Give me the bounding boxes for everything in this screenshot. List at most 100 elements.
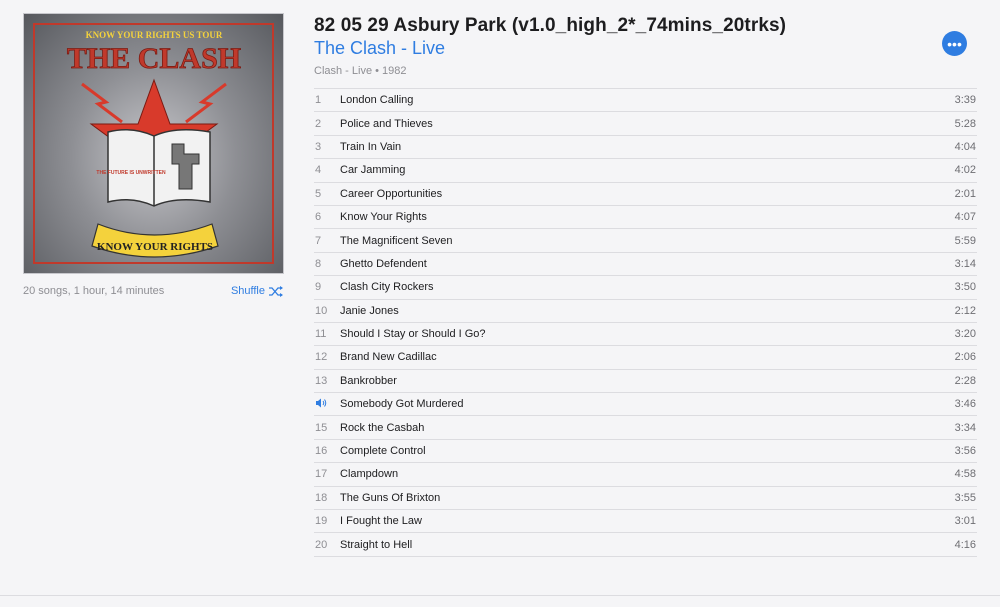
track-number: 4 (315, 164, 322, 177)
track-row[interactable]: 1 London Calling 3:39 (314, 89, 977, 113)
track-row[interactable]: 12 Brand New Cadillac 2:06 (314, 346, 977, 370)
track-title: The Guns Of Brixton (340, 491, 441, 504)
track-number: 19 (315, 515, 328, 528)
track-title: Rock the Casbah (340, 421, 425, 434)
track-row[interactable]: 15 Rock the Casbah 3:34 (314, 416, 977, 440)
track-duration: 3:20 (954, 328, 976, 341)
track-duration: 3:50 (954, 281, 976, 294)
track-duration: 2:06 (954, 351, 976, 364)
track-row[interactable]: Somebody Got Murdered 3:46 (314, 393, 977, 417)
bottom-divider (0, 595, 1000, 596)
track-row[interactable]: 20 Straight to Hell 4:16 (314, 533, 977, 557)
track-row[interactable]: 13 Bankrobber 2:28 (314, 370, 977, 394)
track-duration: 3:55 (954, 491, 976, 504)
cover-artwork: KNOW YOUR RIGHTS US TOUR THE CLASH THE F… (66, 30, 242, 258)
more-icon: ••• (947, 35, 962, 52)
track-duration: 3:39 (954, 94, 976, 107)
cover-banner-text: KNOW YOUR RIGHTS (97, 241, 213, 253)
track-duration: 3:34 (954, 421, 976, 434)
shuffle-icon (269, 285, 283, 297)
track-number: 9 (315, 281, 322, 294)
track-number: 11 (315, 328, 327, 341)
track-row[interactable]: 11 Should I Stay or Should I Go? 3:20 (314, 323, 977, 347)
cover-band-text: THE CLASH (67, 42, 241, 75)
now-playing-speaker-icon (314, 398, 340, 411)
track-duration: 4:02 (954, 164, 976, 177)
shuffle-label: Shuffle (230, 285, 265, 297)
track-row[interactable]: 4 Car Jamming 4:02 (314, 159, 977, 183)
track-title: Know Your Rights (340, 211, 427, 224)
track-title: Somebody Got Murdered (340, 398, 464, 411)
track-title: Train In Vain (340, 140, 402, 153)
track-duration: 5:28 (954, 117, 976, 130)
track-title: Janie Jones (340, 304, 399, 317)
track-duration: 4:16 (954, 538, 976, 551)
track-title: Police and Thieves (340, 117, 433, 130)
track-number: 6 (315, 211, 322, 224)
track-title: London Calling (340, 94, 414, 107)
track-title: Should I Stay or Should I Go? (340, 328, 486, 341)
track-title: Complete Control (340, 445, 426, 458)
track-title: I Fought the Law (340, 515, 422, 528)
track-number: 20 (315, 538, 328, 551)
shuffle-button[interactable]: Shuffle (231, 285, 284, 297)
track-row[interactable]: 19 I Fought the Law 3:01 (314, 510, 977, 534)
track-title: Clash City Rockers (340, 281, 434, 294)
track-duration: 2:12 (954, 304, 976, 317)
track-duration: 3:01 (954, 515, 976, 528)
track-duration: 5:59 (954, 234, 976, 247)
track-title: Ghetto Defendent (340, 257, 427, 270)
track-duration: 4:07 (954, 211, 976, 224)
track-number: 18 (315, 491, 328, 504)
track-title: The Magnificent Seven (340, 234, 453, 247)
track-number: 2 (315, 117, 322, 130)
track-duration: 2:28 (954, 374, 976, 387)
album-sidebar: KNOW YOUR RIGHTS US TOUR THE CLASH THE F… (23, 13, 284, 297)
track-row[interactable]: 6 Know Your Rights 4:07 (314, 206, 977, 230)
track-number: 15 (315, 421, 328, 434)
artist-link[interactable]: The Clash - Live (314, 38, 977, 59)
track-row[interactable]: 16 Complete Control 3:56 (314, 440, 977, 464)
track-duration: 4:04 (954, 140, 976, 153)
track-row[interactable]: 18 The Guns Of Brixton 3:55 (314, 487, 977, 511)
track-duration: 3:56 (954, 445, 976, 458)
track-row[interactable]: 10 Janie Jones 2:12 (314, 300, 977, 323)
track-number: 13 (315, 374, 328, 387)
album-info: Clash - Live • 1982 (314, 65, 407, 77)
track-row[interactable]: 7 The Magnificent Seven 5:59 (314, 229, 977, 253)
album-header: 82 05 29 Asbury Park (v1.0_high_2*_74min… (314, 13, 977, 77)
track-number: 7 (315, 234, 322, 247)
cover-book-text: THE FUTURE IS UNWRITTEN (96, 170, 166, 176)
lightning-left (81, 82, 123, 124)
track-number: 5 (315, 187, 322, 200)
album-summary: 20 songs, 1 hour, 14 minutes (23, 285, 165, 297)
track-row[interactable]: 5 Career Opportunities 2:01 (314, 183, 977, 206)
track-number: 17 (315, 468, 328, 481)
track-duration: 3:14 (954, 257, 976, 270)
track-duration: 2:01 (954, 187, 976, 200)
track-title: Career Opportunities (340, 187, 443, 200)
track-title: Bankrobber (340, 374, 397, 387)
track-row[interactable]: 2 Police and Thieves 5:28 (314, 112, 977, 136)
track-row[interactable]: 8 Ghetto Defendent 3:14 (314, 253, 977, 277)
track-number: 8 (315, 257, 322, 270)
track-number: 16 (315, 445, 328, 458)
album-meta-row: 20 songs, 1 hour, 14 minutes Shuffle (23, 285, 284, 297)
track-number: 12 (315, 351, 328, 364)
track-row[interactable]: 17 Clampdown 4:58 (314, 463, 977, 487)
lightning-right (185, 82, 227, 124)
track-number: 3 (315, 140, 322, 153)
track-number: 10 (315, 304, 328, 317)
track-title: Clampdown (340, 468, 399, 481)
track-title: Straight to Hell (340, 538, 413, 551)
more-button[interactable]: ••• (942, 31, 967, 56)
track-title: Brand New Cadillac (340, 351, 437, 364)
track-duration: 4:58 (954, 468, 976, 481)
album-title: 82 05 29 Asbury Park (v1.0_high_2*_74min… (314, 15, 787, 36)
track-row[interactable]: 9 Clash City Rockers 3:50 (314, 276, 977, 300)
track-duration: 3:46 (954, 398, 976, 411)
album-cover[interactable]: KNOW YOUR RIGHTS US TOUR THE CLASH THE F… (23, 13, 284, 274)
track-number: 1 (315, 94, 322, 107)
open-book (107, 129, 211, 207)
track-row[interactable]: 3 Train In Vain 4:04 (314, 136, 977, 160)
